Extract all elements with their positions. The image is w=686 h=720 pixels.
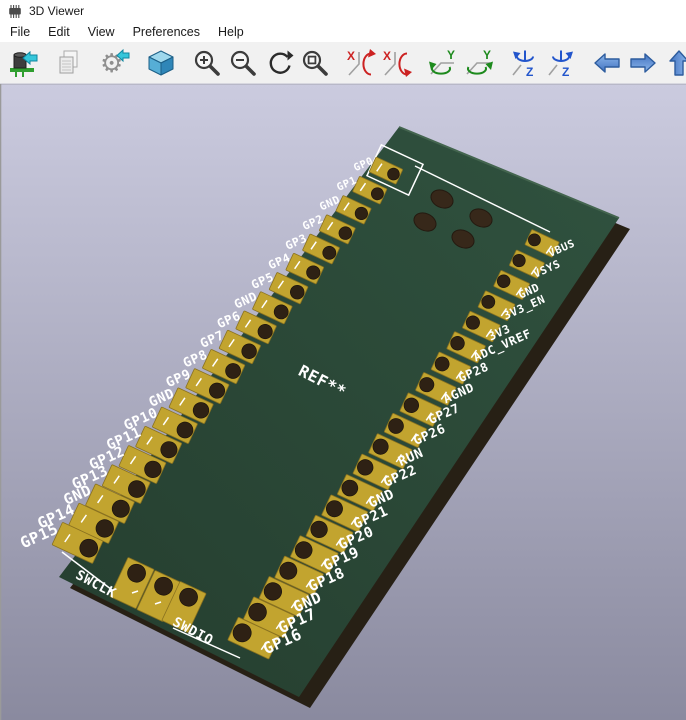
window-title: 3D Viewer xyxy=(29,4,84,18)
rotate-x-cw-icon: X xyxy=(346,48,376,78)
zoom-in-button[interactable] xyxy=(190,46,224,80)
menu-item-view[interactable]: View xyxy=(79,23,124,41)
rotate-z-ccw-button[interactable]: Z xyxy=(544,46,578,80)
svg-text:Z: Z xyxy=(526,65,533,78)
rotate-z-cw-icon: Z xyxy=(510,48,540,78)
menu-item-help[interactable]: Help xyxy=(209,23,253,41)
toolbar: ⚙ X X Y Y Z Z xyxy=(0,42,686,84)
pan-up-icon xyxy=(664,48,686,78)
viewport-container: GP0GP1GNDGP2GP3GP4GP5GNDGP6GP7GP8GP9GNDG… xyxy=(0,84,686,720)
rotate-z-cw-button[interactable]: Z xyxy=(508,46,542,80)
pan-left-button[interactable] xyxy=(590,46,624,80)
pan-right-button[interactable] xyxy=(626,46,660,80)
render-options-icon: ⚙ xyxy=(100,48,130,78)
svg-text:X: X xyxy=(347,49,355,63)
svg-text:Z: Z xyxy=(562,65,569,78)
copy-image-icon xyxy=(54,48,84,78)
pan-up-button[interactable] xyxy=(662,46,686,80)
rotate-x-cw-button[interactable]: X xyxy=(344,46,378,80)
redraw-icon xyxy=(264,48,294,78)
rotate-y-ccw-icon: Y xyxy=(464,48,494,78)
rotate-y-cw-button[interactable]: Y xyxy=(426,46,460,80)
viewport-3d[interactable]: GP0GP1GNDGP2GP3GP4GP5GNDGP6GP7GP8GP9GNDG… xyxy=(0,84,686,720)
pan-right-icon xyxy=(628,48,658,78)
svg-text:X: X xyxy=(383,49,391,63)
redraw-button[interactable] xyxy=(262,46,296,80)
copy-image-button[interactable] xyxy=(52,46,86,80)
svg-text:Y: Y xyxy=(483,48,491,62)
rotate-z-ccw-icon: Z xyxy=(546,48,576,78)
orthographic-cube-icon xyxy=(146,48,176,78)
rotate-y-cw-icon: Y xyxy=(428,48,458,78)
svg-text:Y: Y xyxy=(447,48,455,62)
zoom-fit-icon xyxy=(300,48,330,78)
menu-bar: FileEditViewPreferencesHelp xyxy=(0,22,686,42)
zoom-in-icon xyxy=(192,48,222,78)
rotate-x-ccw-icon: X xyxy=(382,48,412,78)
orthographic-cube-button[interactable] xyxy=(144,46,178,80)
menu-item-edit[interactable]: Edit xyxy=(39,23,79,41)
menu-item-file[interactable]: File xyxy=(1,23,39,41)
rotate-x-ccw-button[interactable]: X xyxy=(380,46,414,80)
ic-chip-icon xyxy=(7,3,23,19)
zoom-out-icon xyxy=(228,48,258,78)
rotate-y-ccw-button[interactable]: Y xyxy=(462,46,496,80)
pan-left-icon xyxy=(592,48,622,78)
reload-board-icon xyxy=(8,48,38,78)
app-window: 3D Viewer FileEditViewPreferencesHelp ⚙ X… xyxy=(0,0,686,720)
reload-board-button[interactable] xyxy=(6,46,40,80)
zoom-out-button[interactable] xyxy=(226,46,260,80)
zoom-fit-button[interactable] xyxy=(298,46,332,80)
title-bar[interactable]: 3D Viewer xyxy=(0,0,686,22)
menu-item-preferences[interactable]: Preferences xyxy=(124,23,209,41)
render-options-button[interactable]: ⚙ xyxy=(98,46,132,80)
